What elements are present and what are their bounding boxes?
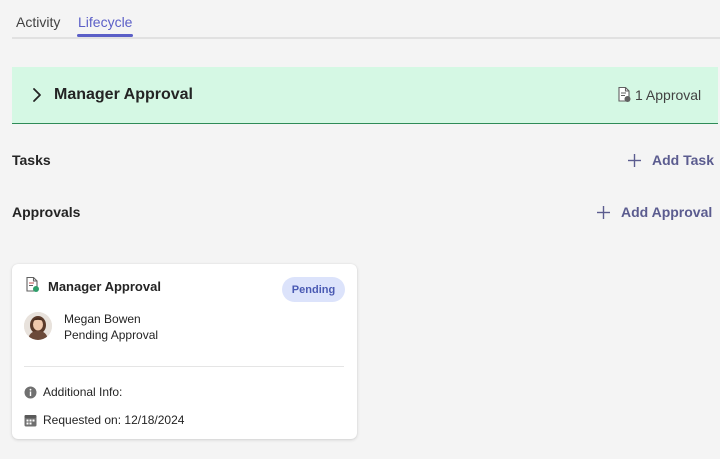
add-task-label: Add Task (652, 152, 714, 168)
plus-icon (597, 205, 610, 219)
plus-icon (628, 153, 641, 167)
avatar (24, 312, 52, 340)
info-icon (24, 386, 37, 398)
additional-info-label: Additional Info: (43, 385, 123, 399)
approval-card[interactable]: Manager Approval Pending Megan Bowen Pen… (12, 264, 357, 439)
approval-document-icon (618, 86, 631, 102)
requested-on-row: Requested on: 12/18/2024 (24, 413, 184, 427)
approver-name: Megan Bowen (64, 312, 141, 326)
add-task-button[interactable]: Add Task (627, 152, 714, 168)
add-approval-button[interactable]: Add Approval (596, 204, 712, 220)
stage-title: Manager Approval (54, 86, 193, 103)
requested-on-date: Requested on: 12/18/2024 (43, 413, 185, 427)
additional-info-row: Additional Info: (24, 385, 122, 399)
tab-lifecycle[interactable]: Lifecycle (76, 14, 134, 37)
tab-bar: Activity Lifecycle (12, 0, 720, 39)
tasks-heading: Tasks (12, 152, 51, 168)
chevron-right-icon[interactable] (30, 86, 44, 104)
approver-status: Pending Approval (64, 328, 159, 342)
approval-count: 1 Approval (635, 87, 702, 103)
approvals-heading: Approvals (12, 204, 81, 220)
approval-document-icon (26, 276, 39, 292)
status-badge: Pending (282, 277, 345, 302)
card-divider (24, 366, 344, 367)
card-title: Manager Approval (48, 279, 161, 294)
tab-activity[interactable]: Activity (16, 14, 60, 30)
add-approval-label: Add Approval (621, 204, 713, 220)
stage-header[interactable]: Manager Approval 1 Approval (12, 67, 718, 124)
calendar-icon (24, 414, 37, 426)
